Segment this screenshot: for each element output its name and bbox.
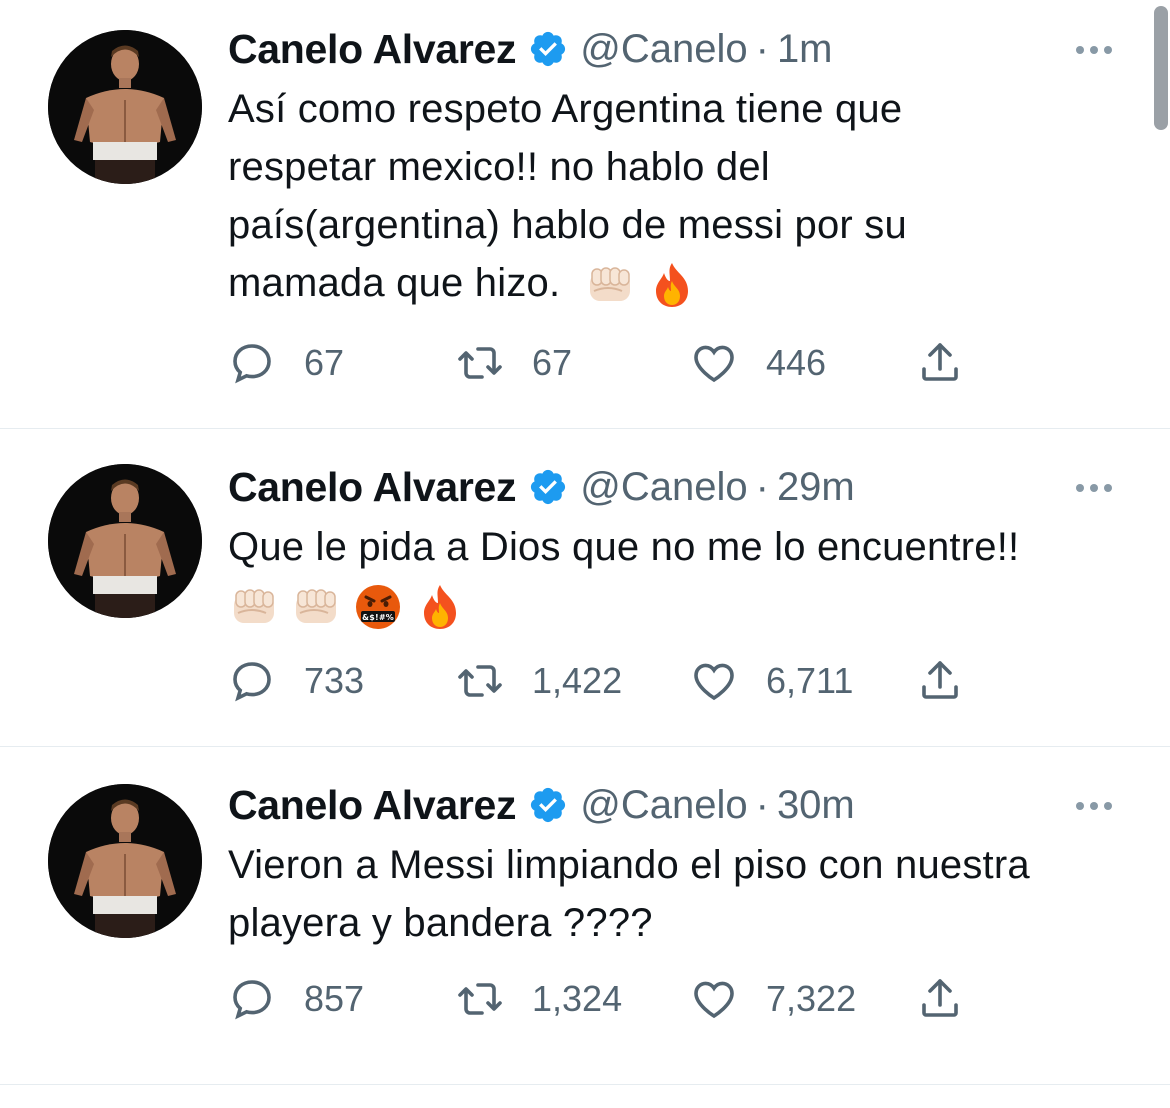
reply-button[interactable]: 857 — [228, 974, 364, 1024]
fire-icon — [424, 585, 456, 630]
tweet-text: Vieron a Messi limpiando el piso con nue… — [228, 836, 1130, 952]
scrollbar[interactable] — [1154, 6, 1168, 130]
more-options-icon[interactable] — [1070, 468, 1118, 508]
author-handle[interactable]: @Canelo — [580, 783, 747, 828]
tweet-text-last-line: mamada que hizo. — [228, 254, 1130, 312]
retweet-count: 67 — [532, 342, 573, 383]
tweet-text-line: Que le pida a Dios que no me lo encuentr… — [228, 525, 1020, 569]
tweet-text-line: mamada que hizo. — [228, 261, 561, 305]
retweet-count: 1,324 — [532, 978, 623, 1019]
tweet-header: Canelo Alvarez @Canelo · 30m — [228, 780, 1130, 830]
share-icon — [922, 343, 958, 381]
reply-count: 733 — [304, 660, 365, 701]
tweet-actions: 857 1,324 7,322 — [228, 974, 988, 1024]
reply-count: 857 — [304, 978, 365, 1019]
avatar[interactable] — [48, 464, 202, 618]
heart-icon — [694, 663, 734, 701]
share-icon — [922, 979, 958, 1017]
share-button[interactable] — [916, 974, 964, 1024]
fire-icon — [655, 263, 688, 308]
emoji-group — [584, 259, 698, 311]
reply-count: 67 — [304, 342, 345, 383]
verified-badge-icon — [528, 29, 568, 69]
author-name[interactable]: Canelo Alvarez — [228, 464, 517, 511]
tweet-text: Que le pida a Dios que no me lo encuentr… — [228, 518, 1130, 636]
retweet-button[interactable]: 67 — [456, 338, 572, 388]
reply-button[interactable]: 733 — [228, 656, 364, 706]
timestamp[interactable]: 29m — [777, 465, 855, 510]
heart-icon — [694, 345, 734, 383]
tweet-text-line: playera y bandera ???? — [228, 901, 653, 945]
author-handle[interactable]: @Canelo — [580, 465, 747, 510]
tweet-header: Canelo Alvarez @Canelo · 29m — [228, 462, 1130, 512]
retweet-icon — [458, 347, 502, 379]
separator-dot: · — [755, 782, 769, 827]
more-options-icon[interactable] — [1070, 30, 1118, 70]
tweet[interactable]: Canelo Alvarez @Canelo · 30m Vieron a Me… — [0, 746, 1170, 1085]
retweet-icon — [458, 665, 502, 697]
separator-dot: · — [755, 464, 769, 509]
cursing-face-icon: &$!#% — [356, 585, 400, 630]
reply-icon — [233, 980, 271, 1020]
like-count: 6,711 — [766, 660, 854, 701]
retweet-count: 1,422 — [532, 660, 623, 701]
tweet-text-line: respetar mexico!! no hablo del — [228, 145, 770, 189]
avatar[interactable] — [48, 30, 202, 184]
emoji-group: &$!#% — [228, 578, 466, 636]
like-button[interactable]: 6,711 — [690, 656, 853, 706]
reply-icon — [233, 662, 271, 702]
author-name[interactable]: Canelo Alvarez — [228, 26, 517, 73]
tweet-header: Canelo Alvarez @Canelo · 1m — [228, 24, 1130, 74]
like-button[interactable]: 446 — [690, 338, 826, 388]
share-button[interactable] — [916, 656, 964, 706]
like-count: 7,322 — [766, 978, 857, 1019]
verified-badge-icon — [528, 467, 568, 507]
author-name[interactable]: Canelo Alvarez — [228, 782, 517, 829]
tweet[interactable]: Canelo Alvarez @Canelo · 29m Que le pida… — [0, 428, 1170, 747]
retweet-button[interactable]: 1,422 — [456, 656, 622, 706]
tweet-text-line: Así como respeto Argentina tiene que — [228, 87, 903, 131]
tweet[interactable]: Canelo Alvarez @Canelo · 1m Así como res… — [0, 0, 1170, 429]
author-handle[interactable]: @Canelo — [580, 27, 747, 72]
reply-button[interactable]: 67 — [228, 338, 344, 388]
share-icon — [922, 661, 958, 699]
separator-dot: · — [755, 26, 769, 71]
avatar[interactable] — [48, 784, 202, 938]
like-count: 446 — [766, 342, 827, 383]
retweet-icon — [458, 983, 502, 1015]
svg-text:&$!#%: &$!#% — [362, 613, 394, 622]
like-button[interactable]: 7,322 — [690, 974, 856, 1024]
reply-icon — [233, 344, 271, 384]
tweet-actions: 733 1,422 6,711 — [228, 656, 988, 706]
retweet-button[interactable]: 1,324 — [456, 974, 622, 1024]
timestamp[interactable]: 30m — [777, 783, 855, 828]
fist-icon — [296, 589, 336, 624]
tweet-text-line: Vieron a Messi limpiando el piso con nue… — [228, 843, 1030, 887]
more-options-icon[interactable] — [1070, 786, 1118, 826]
tweet-text: Así como respeto Argentina tiene que res… — [228, 80, 1130, 312]
fist-icon — [589, 267, 630, 302]
tweet-actions: 67 67 446 — [228, 338, 988, 388]
verified-badge-icon — [528, 785, 568, 825]
timestamp[interactable]: 1m — [777, 27, 833, 72]
heart-icon — [694, 981, 734, 1019]
tweet-text-line: país(argentina) hablo de messi por su — [228, 203, 907, 247]
share-button[interactable] — [916, 338, 964, 388]
fist-icon — [234, 589, 274, 624]
